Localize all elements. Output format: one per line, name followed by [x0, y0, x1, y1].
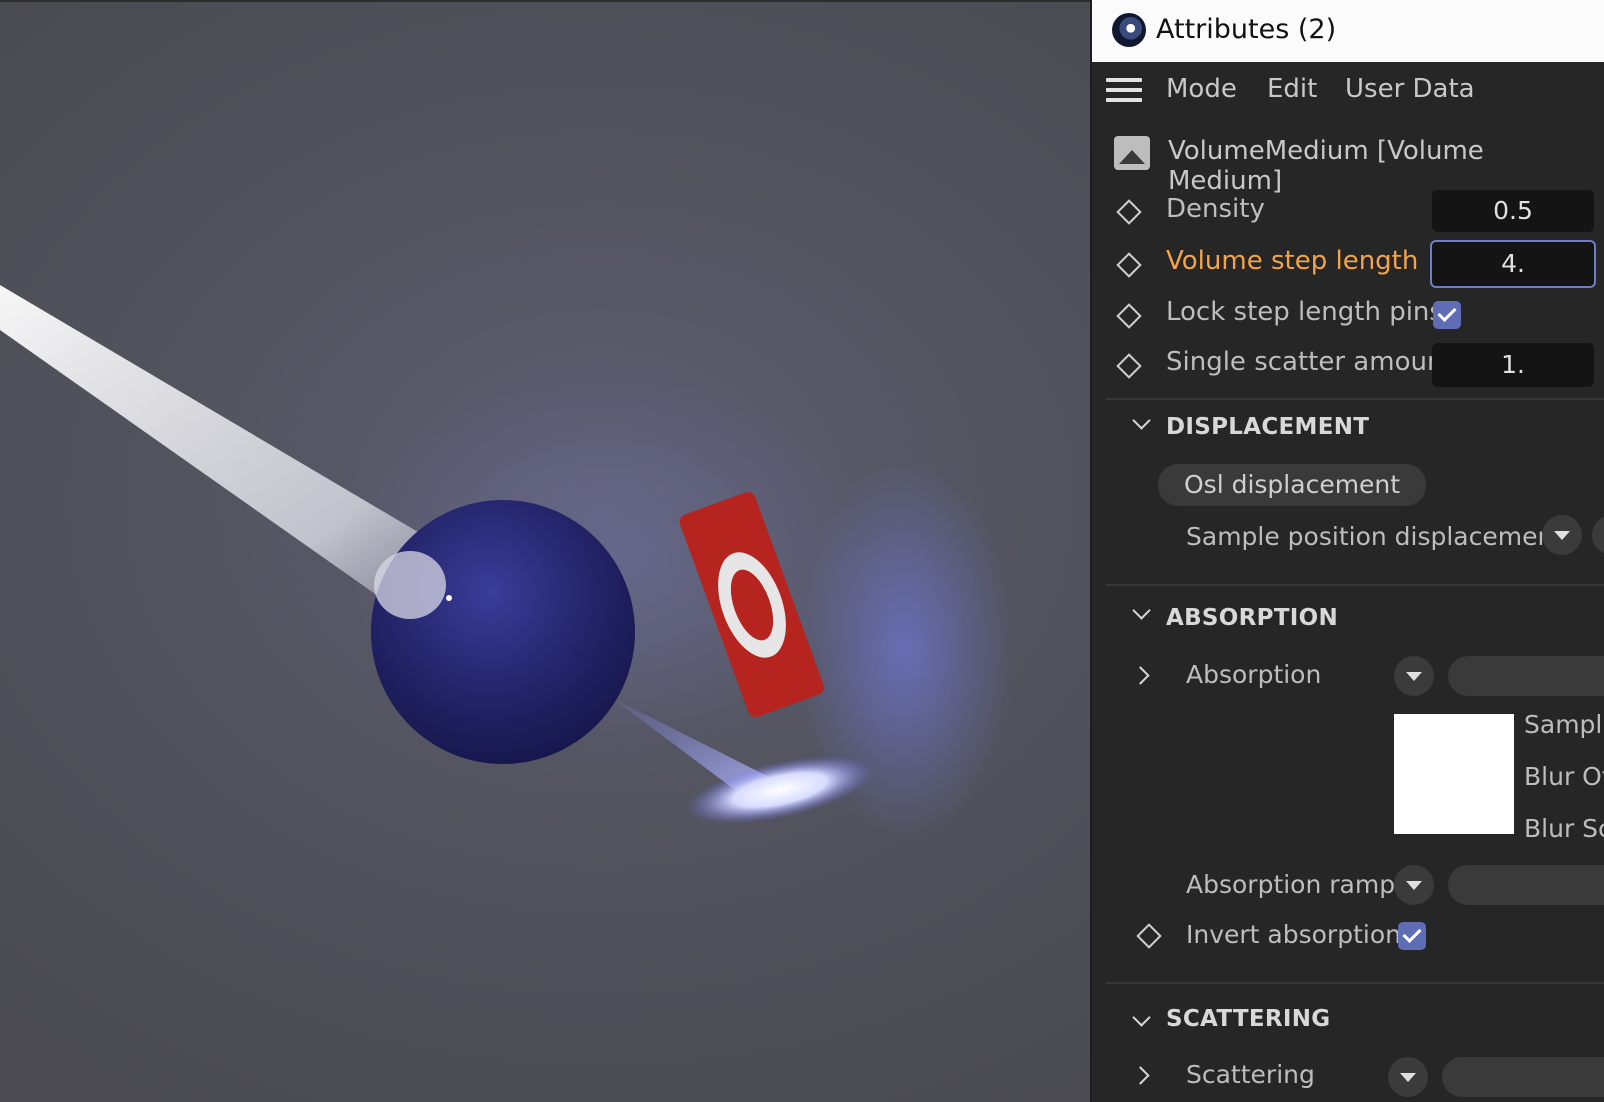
density-field[interactable]: 0.5: [1432, 190, 1594, 232]
dropdown-arrow-icon[interactable]: [1394, 865, 1434, 905]
single-scatter-label: Single scatter amount: [1166, 347, 1454, 377]
chevron-down-icon[interactable]: [1132, 601, 1151, 620]
divider: [1106, 982, 1604, 984]
menu-user-data[interactable]: User Data: [1345, 74, 1475, 104]
absorption-label: Absorption: [1186, 660, 1322, 689]
menu-mode[interactable]: Mode: [1166, 74, 1237, 104]
absorption-sub-label: Blur Sc: [1524, 814, 1604, 843]
image-icon: [1114, 136, 1150, 170]
render-scene: [0, 285, 1015, 840]
panel-title: Attributes (2): [1156, 14, 1337, 45]
menu-edit[interactable]: Edit: [1267, 74, 1317, 104]
chevron-down-icon[interactable]: [1132, 1008, 1151, 1027]
panel-titlebar: Attributes (2): [1092, 0, 1604, 62]
absorption-section-title[interactable]: ABSORPTION: [1166, 605, 1338, 631]
scattering-section-title[interactable]: SCATTERING: [1166, 1006, 1330, 1032]
absorption-ramp-label: Absorption ramp: [1186, 870, 1396, 899]
cinema4d-logo-icon: [1112, 13, 1146, 47]
absorption-preview-swatch: [1394, 714, 1514, 834]
dropdown-arrow-icon[interactable]: [1592, 515, 1604, 555]
density-label: Density: [1166, 194, 1265, 224]
keyframe-diamond-icon[interactable]: [1116, 252, 1142, 278]
osl-displacement-button[interactable]: Osl displacement: [1158, 464, 1427, 506]
volume-step-length-label: Volume step length: [1166, 246, 1419, 276]
hamburger-menu-icon[interactable]: [1106, 78, 1142, 104]
lock-step-length-checkbox[interactable]: [1433, 301, 1461, 329]
keyframe-diamond-icon[interactable]: [1116, 303, 1142, 329]
scattering-link-field[interactable]: [1442, 1057, 1604, 1097]
attributes-panel: Attributes (2) Mode Edit User Data Volum…: [1090, 0, 1604, 1102]
keyframe-diamond-icon[interactable]: [1116, 199, 1142, 225]
single-scatter-field[interactable]: 1.: [1432, 343, 1594, 387]
sphere-highlight: [374, 551, 446, 619]
chevron-down-icon[interactable]: [1132, 411, 1151, 430]
lock-step-length-label: Lock step length pins: [1166, 297, 1443, 327]
absorption-link-field[interactable]: [1448, 656, 1604, 696]
chevron-right-icon[interactable]: [1131, 666, 1150, 685]
invert-absorption-label: Invert absorption: [1186, 920, 1401, 949]
dropdown-arrow-icon[interactable]: [1388, 1057, 1428, 1097]
invert-absorption-checkbox[interactable]: [1398, 922, 1426, 950]
displacement-section-title[interactable]: DISPLACEMENT: [1166, 414, 1369, 440]
glass-sphere: [371, 500, 635, 764]
divider: [1106, 398, 1604, 400]
chevron-right-icon[interactable]: [1131, 1066, 1150, 1085]
keyframe-diamond-icon[interactable]: [1136, 923, 1162, 949]
absorption-sub-label: Blur Of: [1524, 762, 1604, 791]
sample-position-label: Sample position displacement: [1186, 522, 1564, 551]
dropdown-arrow-icon[interactable]: [1394, 656, 1434, 696]
absorption-ramp-field[interactable]: [1448, 865, 1604, 905]
absorption-sub-label: Samplin: [1524, 710, 1604, 739]
3d-viewport[interactable]: [0, 0, 1090, 1102]
dropdown-arrow-icon[interactable]: [1542, 515, 1582, 555]
scattering-label: Scattering: [1186, 1060, 1315, 1089]
keyframe-diamond-icon[interactable]: [1116, 353, 1142, 379]
specular-dot: [446, 595, 452, 601]
light-beam: [0, 285, 440, 610]
object-title: VolumeMedium [Volume Medium]: [1168, 136, 1484, 196]
divider: [1106, 584, 1604, 586]
volume-step-length-field[interactable]: 4.: [1430, 240, 1596, 288]
